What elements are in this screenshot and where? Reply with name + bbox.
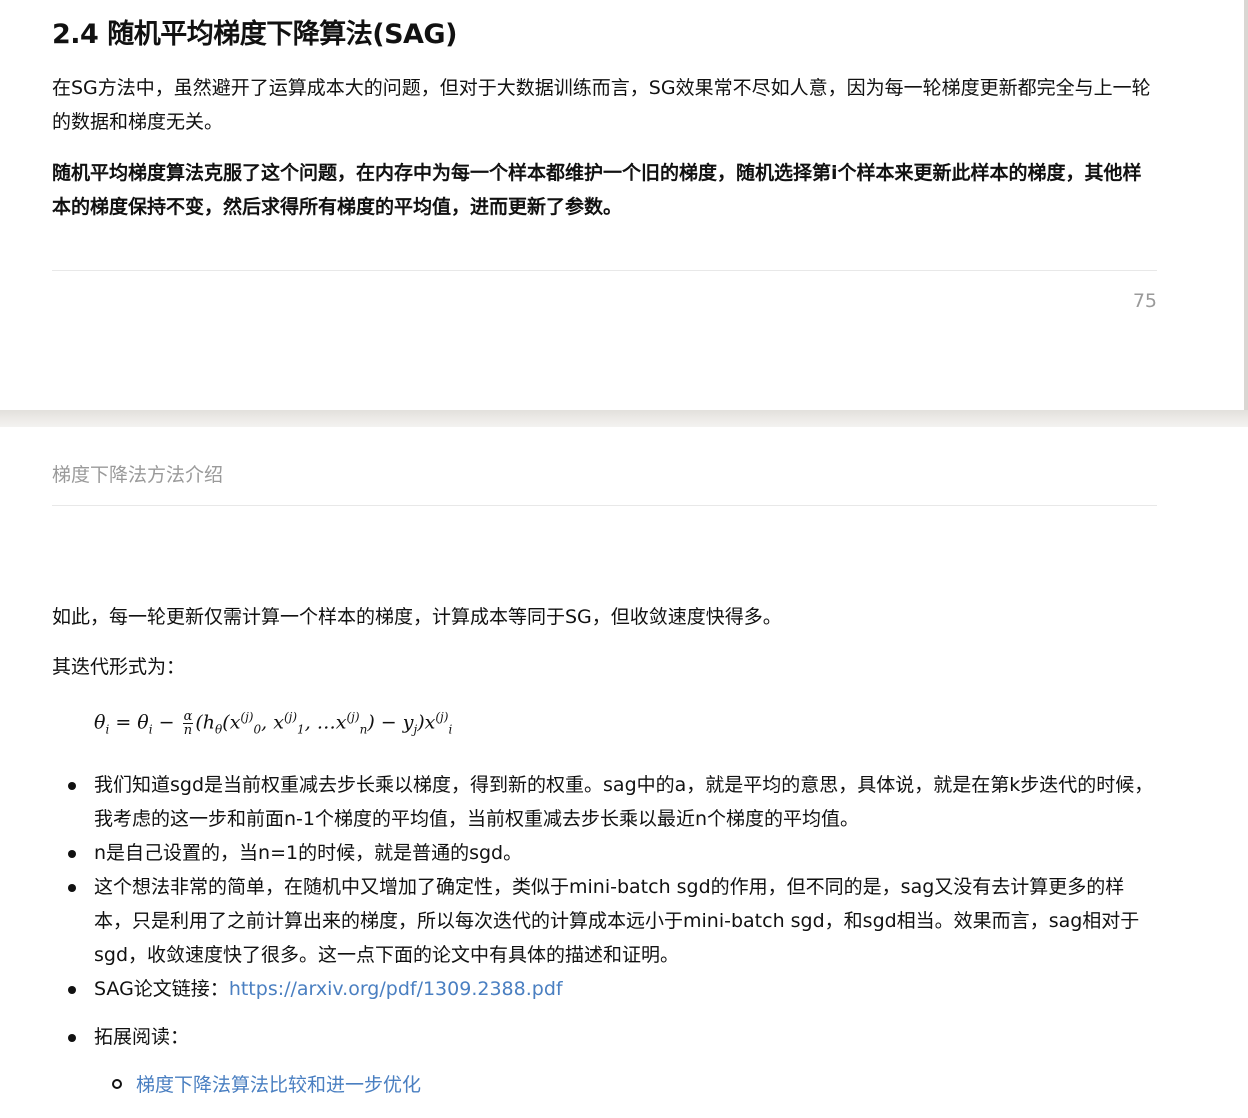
list-item: 我们知道sgd是当前权重减去步长乘以梯度，得到新的权重。sag中的a，就是平均的… bbox=[52, 768, 1157, 836]
header-divider bbox=[52, 505, 1157, 506]
sag-paper-link[interactable]: https://arxiv.org/pdf/1309.2388.pdf bbox=[229, 978, 563, 1000]
bullet-list: 我们知道sgd是当前权重减去步长乘以梯度，得到新的权重。sag中的a，就是平均的… bbox=[52, 768, 1157, 1054]
bullet-dot-icon bbox=[68, 850, 76, 858]
further-reading-subitem: 梯度下降法算法比较和进一步优化 bbox=[112, 1068, 421, 1102]
alpha-over-n-fraction: αn bbox=[182, 709, 194, 738]
further-reading-link[interactable]: 梯度下降法算法比较和进一步优化 bbox=[136, 1074, 421, 1096]
pdf-page-bottom: 梯度下降法方法介绍 如此，每一轮更新仅需计算一个样本的梯度，计算成本等同于SG，… bbox=[0, 427, 1248, 1118]
further-reading-label: 拓展阅读： bbox=[94, 1026, 190, 1048]
page-number: 75 bbox=[1132, 290, 1157, 312]
bullet-dot-icon bbox=[68, 1034, 76, 1042]
intro-paragraph: 在SG方法中，虽然避开了运算成本大的问题，但对于大数据训练而言，SG效果常不尽如… bbox=[52, 77, 1151, 133]
bullet-dot-icon bbox=[68, 782, 76, 790]
bullet-dot-icon bbox=[68, 884, 76, 892]
update-formula: θi = θi − α n (hθ(x(j)0, x(j)1, …x(j)n) − … bbox=[94, 709, 453, 738]
hollow-bullet-icon bbox=[112, 1078, 122, 1089]
sag-link-label: SAG论文链接： bbox=[94, 978, 229, 1000]
section-heading: 2.4 随机平均梯度下降算法(SAG) bbox=[52, 19, 457, 50]
iteration-label: 其迭代形式为： bbox=[52, 656, 186, 678]
page-edge bbox=[1244, 0, 1248, 410]
bullet-dot-icon bbox=[68, 986, 76, 994]
bold-paragraph: 随机平均梯度算法克服了这个问题，在内存中为每一个样本都维护一个旧的梯度，随机选择… bbox=[52, 162, 1142, 218]
footer-divider bbox=[52, 270, 1157, 271]
page-separator bbox=[0, 410, 1248, 427]
list-item: 这个想法非常的简单，在随机中又增加了确定性，类似于mini-batch sgd的… bbox=[52, 870, 1157, 972]
pdf-page-top: 2.4 随机平均梯度下降算法(SAG) 在SG方法中，虽然避开了运算成本大的问题… bbox=[0, 0, 1248, 410]
list-item-sag-link: SAG论文链接：https://arxiv.org/pdf/1309.2388.… bbox=[52, 972, 1157, 1006]
running-header: 梯度下降法方法介绍 bbox=[52, 464, 224, 486]
list-item: n是自己设置的，当n=1的时候，就是普通的sgd。 bbox=[52, 836, 1157, 870]
summary-paragraph: 如此，每一轮更新仅需计算一个样本的梯度，计算成本等同于SG，但收敛速度快得多。 bbox=[52, 606, 782, 628]
list-item-further-reading: 拓展阅读： bbox=[52, 1020, 1157, 1054]
